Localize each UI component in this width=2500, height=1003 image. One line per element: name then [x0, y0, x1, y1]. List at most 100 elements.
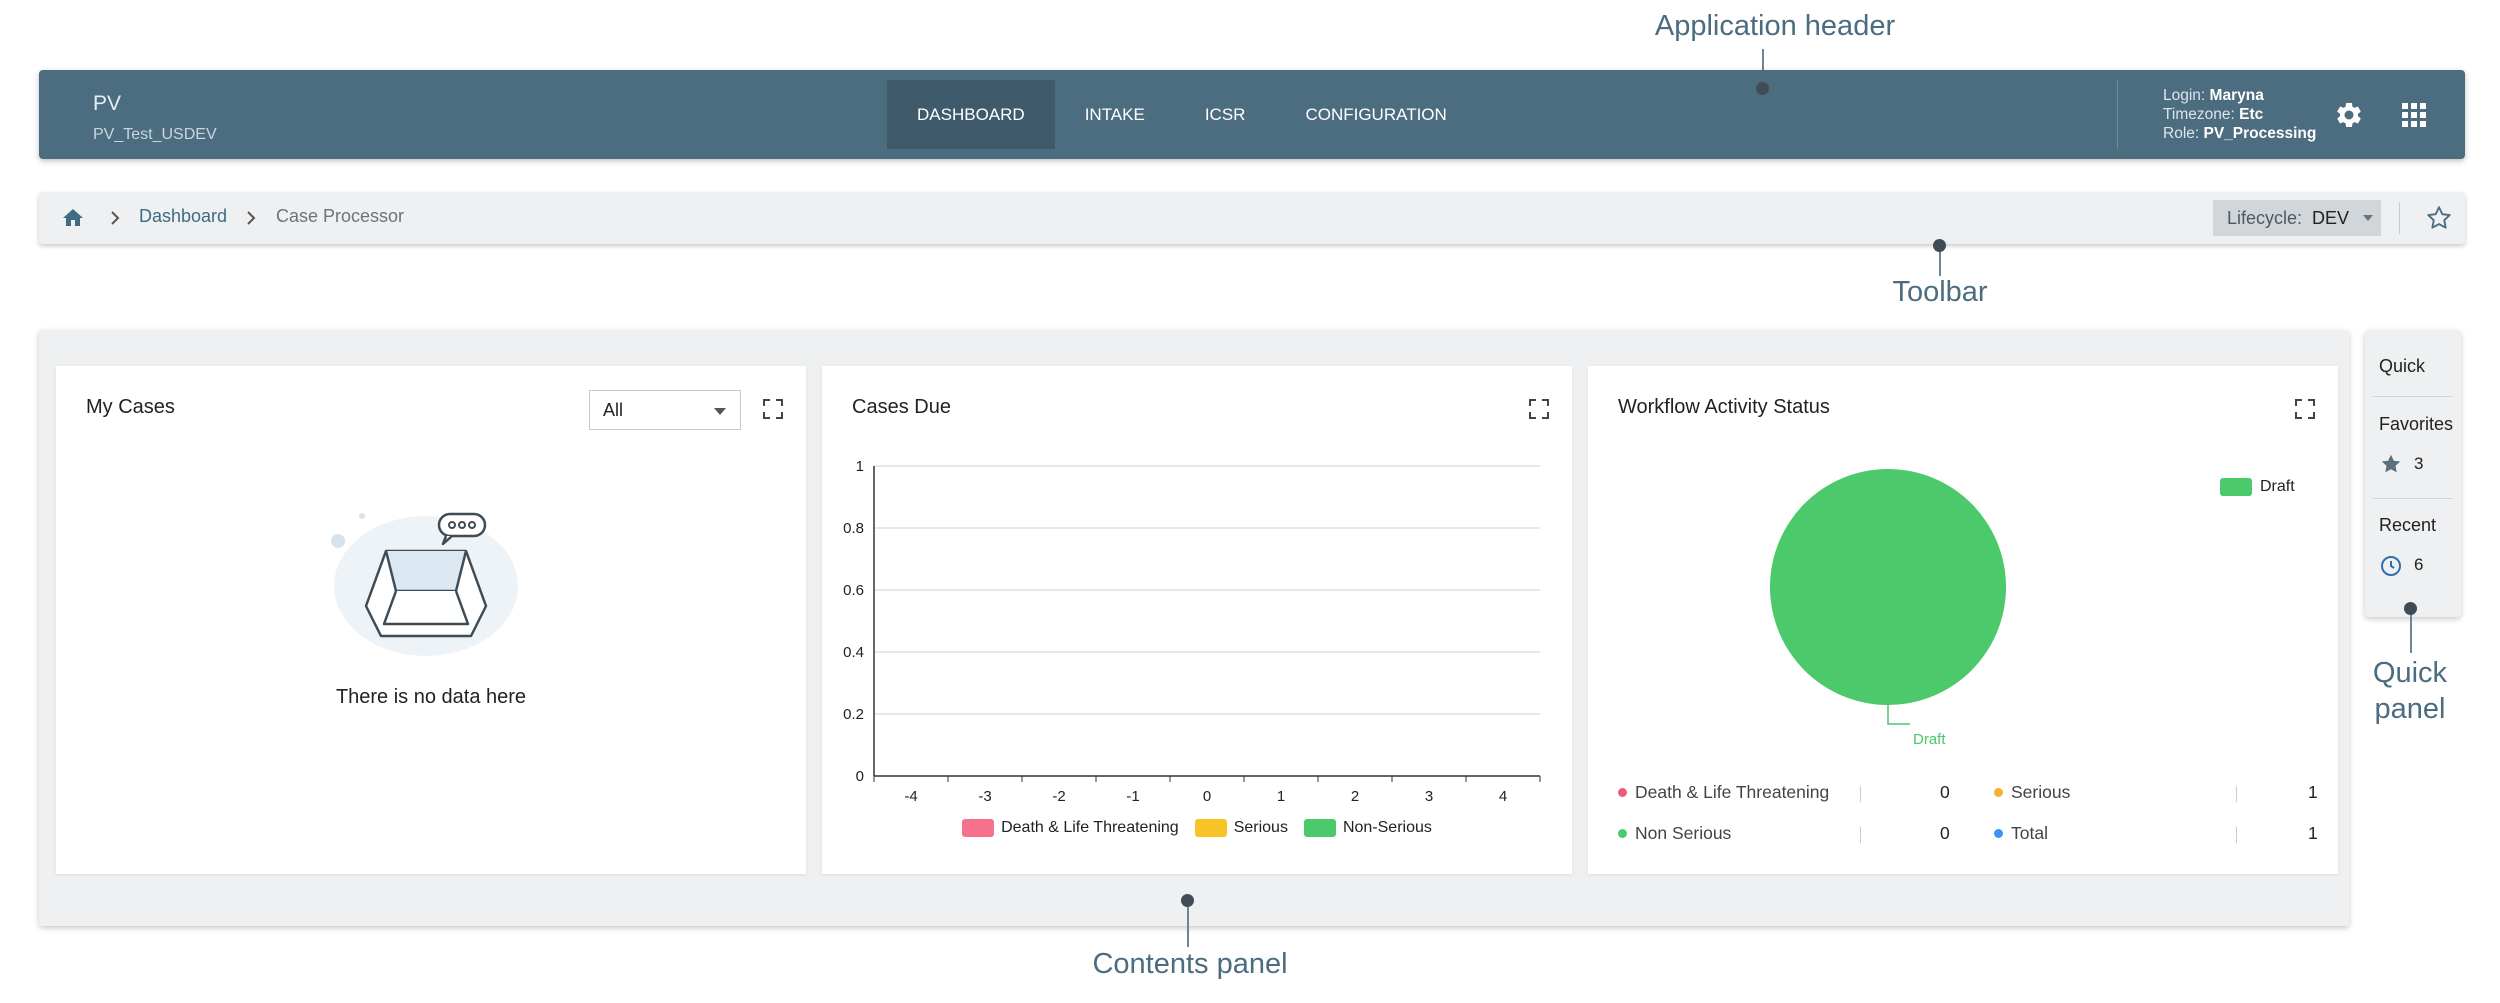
- application-header: PV PV_Test_USDEV DASHBOARD INTAKE ICSR C…: [39, 70, 2465, 159]
- status-dot: [1618, 788, 1627, 797]
- toolbar-divider: [2399, 202, 2400, 234]
- stat-value: 1: [2308, 782, 2318, 802]
- tab-icsr[interactable]: ICSR: [1175, 80, 1276, 149]
- role-value: PV_Processing: [2203, 125, 2317, 142]
- gear-icon[interactable]: [2334, 100, 2364, 130]
- legend-swatch: [1194, 819, 1227, 837]
- divider: [2236, 786, 2237, 802]
- workflow-status-card: Workflow Activity Status Draft Draft Dea…: [1588, 366, 2338, 874]
- expand-icon[interactable]: [1528, 398, 1550, 420]
- x-tick-label: -3: [978, 788, 991, 805]
- x-tick-label: 0: [1203, 788, 1211, 805]
- status-dot: [1618, 829, 1627, 838]
- quick-label: Quick: [2379, 356, 2426, 376]
- tab-dashboard[interactable]: DASHBOARD: [887, 80, 1055, 149]
- callout-quick-panel: Quick panel: [2372, 657, 2448, 725]
- callout-line: [2410, 613, 2412, 653]
- pie-legend[interactable]: Draft: [2220, 478, 2295, 496]
- y-tick-label: 0.8: [843, 520, 864, 537]
- divider: [2373, 498, 2453, 499]
- legend-item[interactable]: Non-Serious: [1303, 819, 1432, 837]
- legend-label: Non-Serious: [1342, 819, 1432, 836]
- recent-count: 6: [2414, 555, 2424, 574]
- grid-apps-icon[interactable]: [2401, 102, 2427, 128]
- stat-row: Non Serious 0 Total 1: [1618, 823, 2318, 853]
- divider: [1860, 786, 1861, 802]
- stat-value: 0: [1940, 823, 1950, 843]
- callout-line: [1187, 905, 1189, 947]
- home-icon[interactable]: [61, 206, 85, 230]
- pie-slice-label: Draft: [1913, 731, 1946, 748]
- divider: [2236, 827, 2237, 843]
- timezone-row: Timezone: Etc: [2163, 106, 2264, 123]
- expand-icon[interactable]: [762, 398, 784, 420]
- workflow-pie-chart: [1770, 469, 2006, 725]
- cases-due-chart: 0 0.2 0.4 0.6 0.8 1 -4 -3 -2 -1 0 1 2 3 4: [843, 458, 1541, 805]
- favorites-count: 3: [2414, 454, 2424, 473]
- star-outline-icon[interactable]: [2425, 204, 2453, 232]
- card-title: Workflow Activity Status: [1618, 396, 1830, 418]
- chart-legend: Death & Life Threatening Serious Non-Ser…: [822, 819, 1572, 837]
- caret-down-icon: [714, 408, 726, 415]
- empty-inbox-illustration: [326, 496, 526, 666]
- star-icon[interactable]: [2379, 452, 2403, 476]
- callout-contents-panel: Contents panel: [1092, 948, 1288, 980]
- stat-total: Total: [1994, 823, 2048, 844]
- stat-row: Death & Life Threatening 0 Serious 1: [1618, 782, 2318, 812]
- x-tick-label: 1: [1277, 788, 1285, 805]
- tab-intake[interactable]: INTAKE: [1055, 80, 1175, 149]
- x-tick-label: 3: [1425, 788, 1433, 805]
- stat-value: 0: [1940, 782, 1950, 802]
- timezone-value: Etc: [2239, 106, 2264, 123]
- legend-label: Serious: [1233, 819, 1288, 836]
- lifecycle-select[interactable]: Lifecycle: DEV: [2213, 200, 2381, 236]
- legend-label: Death & Life Threatening: [1001, 819, 1179, 836]
- card-title: Cases Due: [852, 396, 951, 418]
- user-info: Login: Maryna Timezone: Etc Role: PV_Pro…: [2163, 86, 2316, 143]
- legend-swatch: [1303, 819, 1336, 837]
- cases-due-card: Cases Due 0 0.2 0.4 0.6 0.8 1 -4 -3 -2 -1 0 1 2 3 4 De…: [822, 366, 1572, 874]
- favorites-label: Favorites: [2379, 414, 2454, 434]
- y-tick-label: 0.6: [843, 582, 864, 599]
- callout-application-header: Application header: [1654, 10, 1896, 42]
- lifecycle-value: DEV: [2312, 207, 2350, 228]
- lifecycle-label: Lifecycle:: [2227, 207, 2303, 228]
- tab-configuration[interactable]: CONFIGURATION: [1275, 80, 1476, 149]
- stat-non-serious: Non Serious: [1618, 823, 1731, 844]
- stat-value: 1: [2308, 823, 2318, 843]
- callout-pin: [1756, 82, 1769, 95]
- callout-pin: [1181, 894, 1194, 907]
- y-tick-label: 0.2: [843, 706, 864, 723]
- recent-label: Recent: [2379, 515, 2437, 535]
- breadcrumb-dashboard[interactable]: Dashboard: [139, 206, 227, 227]
- quick-panel: Quick Favorites 3 Recent 6: [2365, 330, 2461, 617]
- status-dot: [1994, 829, 2003, 838]
- role-row: Role: PV_Processing: [2163, 125, 2317, 142]
- chevron-right-icon: [105, 207, 125, 229]
- y-tick-label: 1: [856, 458, 864, 475]
- x-tick-label: 2: [1351, 788, 1359, 805]
- x-tick-label: -2: [1052, 788, 1065, 805]
- legend-item[interactable]: Death & Life Threatening: [962, 819, 1179, 837]
- header-divider: [2117, 80, 2118, 149]
- main-nav: DASHBOARD INTAKE ICSR CONFIGURATION: [887, 80, 1477, 149]
- clock-icon[interactable]: [2379, 554, 2403, 578]
- divider: [2373, 396, 2453, 397]
- cases-filter-select[interactable]: All: [589, 390, 741, 430]
- contents-panel: My Cases All There is no data here Cases…: [39, 330, 2349, 926]
- x-tick-label: -1: [1126, 788, 1139, 805]
- card-title: My Cases: [86, 396, 175, 418]
- legend-swatch: [2220, 478, 2252, 496]
- stat-death-life-threatening: Death & Life Threatening: [1618, 782, 1829, 803]
- login-row: Login: Maryna: [2163, 87, 2264, 104]
- callout-pin: [1933, 239, 1946, 252]
- app-title: PV: [93, 92, 122, 115]
- login-value: Maryna: [2209, 87, 2264, 104]
- callout-line: [1939, 250, 1941, 276]
- legend-item[interactable]: Serious: [1194, 819, 1288, 837]
- status-dot: [1994, 788, 2003, 797]
- legend-swatch: [962, 819, 995, 837]
- expand-icon[interactable]: [2294, 398, 2316, 420]
- divider: [1860, 827, 1861, 843]
- callout-toolbar: Toolbar: [1892, 276, 1988, 308]
